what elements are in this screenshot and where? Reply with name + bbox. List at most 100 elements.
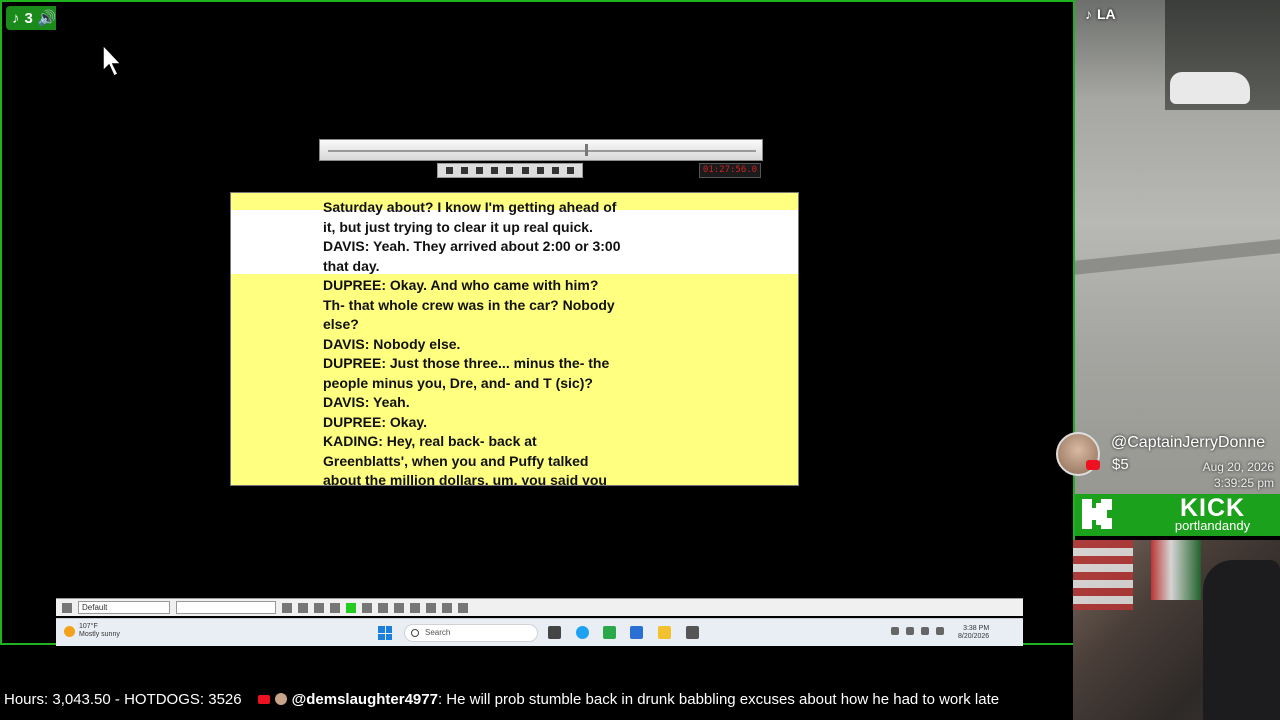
- system-tray: [891, 627, 944, 635]
- main-stream-frame: ♪ 3 🔊 01:27:56.0 Saturday about? I know …: [0, 0, 1075, 646]
- close-icon[interactable]: [458, 602, 468, 613]
- tiktok-icon: ♪: [1085, 6, 1092, 22]
- sun-icon: [64, 625, 75, 637]
- kick-logo-icon: [1082, 499, 1112, 529]
- windows-start-icon[interactable]: [378, 626, 392, 640]
- file-explorer-icon[interactable]: [658, 626, 671, 639]
- arrow-left-icon[interactable]: [282, 602, 292, 613]
- color-swatch-icon[interactable]: [346, 602, 356, 613]
- app-toolbar: Default: [56, 598, 1023, 616]
- kick-channel-name: portlandandy: [1174, 518, 1251, 533]
- search-icon: [411, 629, 419, 637]
- kick-channel-banner: KICK portlandandy: [1075, 494, 1280, 536]
- transcript-line: else?: [323, 316, 359, 332]
- volume-icon[interactable]: [921, 627, 929, 635]
- shape-icon[interactable]: [442, 602, 452, 613]
- transcript-line: it, but just trying to clear it up real …: [323, 218, 593, 235]
- transcript-line: DUPREE: Just those three... minus the- t…: [323, 355, 610, 371]
- captured-desktop: 01:27:56.0 Saturday about? I know I'm ge…: [56, 6, 1023, 646]
- transcript-line: about the million dollars, um, you said …: [323, 472, 607, 486]
- time-display: 01:27:56.0: [699, 163, 761, 178]
- tiktok-region-badge: ♪ LA: [1085, 6, 1116, 22]
- taskbar-search[interactable]: Search: [404, 624, 538, 642]
- donation-amount: $5: [1112, 456, 1129, 473]
- transcript-line: DUPREE: Okay. And who came with him?: [323, 277, 599, 293]
- app-icon[interactable]: [603, 626, 616, 639]
- seek-thumb[interactable]: [585, 144, 588, 156]
- grid-icon[interactable]: [362, 602, 372, 613]
- mouse-cursor-icon: [102, 44, 123, 78]
- donation-time: 3:39:25 pm: [1213, 476, 1274, 490]
- search-placeholder: Search: [425, 628, 451, 637]
- active-app-icon[interactable]: [686, 626, 699, 639]
- weather-temp: 107°F: [79, 623, 98, 630]
- transcript-line: DUPREE: Okay.: [323, 413, 427, 430]
- tool-icon[interactable]: [330, 602, 340, 613]
- transcript-line: Greenblatts', when you and Puffy talked: [323, 452, 589, 469]
- donor-name: @CaptainJerryDonne: [1111, 434, 1266, 451]
- stop-icon[interactable]: [476, 167, 484, 174]
- pointer-icon[interactable]: [410, 602, 420, 613]
- tiktok-viewer-count: 3: [24, 9, 33, 27]
- seek-track: [328, 150, 756, 152]
- chat-message: : He will prob stumble back in drunk bab…: [437, 690, 1000, 708]
- wifi-icon[interactable]: [906, 627, 914, 635]
- style-select[interactable]: Default: [78, 601, 170, 614]
- prev-icon[interactable]: [506, 167, 514, 174]
- font-select[interactable]: [176, 601, 276, 614]
- pause-icon[interactable]: [461, 167, 469, 174]
- tiktok-region-label: LA: [1097, 6, 1116, 22]
- speaker-icon: 🔊: [37, 10, 57, 27]
- clock-time: 3:38 PM: [963, 625, 990, 632]
- grid-icon[interactable]: [378, 602, 388, 613]
- weather-desc: Mostly sunny: [79, 631, 120, 638]
- volume-icon[interactable]: [551, 167, 559, 174]
- donation-alert: @CaptainJerryDonne $5 Aug 20, 2026 3:39:…: [1056, 432, 1280, 492]
- lines-icon[interactable]: [394, 602, 404, 613]
- edge-browser-icon[interactable]: [576, 626, 589, 639]
- transcript-line: that day.: [323, 257, 380, 274]
- chevron-up-icon[interactable]: [891, 627, 899, 635]
- windows-taskbar: 107°F Mostly sunny Search 3:38 PM 8/20/2…: [56, 618, 1023, 646]
- tiktok-icon: ♪: [12, 9, 20, 27]
- webcam-feed: [1073, 540, 1280, 720]
- mail-icon[interactable]: [630, 626, 643, 639]
- donation-timestamp: Aug 20, 2026 3:39:25 pm: [1203, 459, 1274, 491]
- transcript-panel: Saturday about? I know I'm getting ahead…: [230, 192, 799, 486]
- transcript-line: Saturday about? I know I'm getting ahead…: [323, 199, 617, 215]
- task-view-icon[interactable]: [548, 626, 561, 639]
- ticker-stats: Hours: 3,043.50 - HOTDOGS: 3526: [4, 690, 242, 708]
- donation-date: Aug 20, 2026: [1202, 460, 1274, 474]
- sidewalk-curb: [1075, 239, 1280, 275]
- taskbar-clock[interactable]: 3:38 PM 8/20/2026: [958, 625, 989, 641]
- stream-ticker: Hours: 3,043.50 - HOTDOGS: 3526 @demslau…: [0, 688, 1073, 710]
- battery-icon[interactable]: [936, 627, 944, 635]
- pen-icon[interactable]: [426, 602, 436, 613]
- toolbar-menu-icon[interactable]: [62, 602, 72, 613]
- flag-decoration: [1073, 540, 1133, 610]
- play-icon[interactable]: [446, 167, 454, 174]
- transcript-lines: Saturday about? I know I'm getting ahead…: [323, 198, 621, 486]
- transcript-line: DAVIS: Yeah.: [323, 394, 410, 410]
- transcript-line: DAVIS: Nobody else.: [323, 335, 461, 352]
- forward-icon[interactable]: [536, 167, 544, 174]
- camera-icon[interactable]: [566, 167, 574, 174]
- youtube-icon: [1086, 460, 1100, 470]
- seek-bar[interactable]: [319, 139, 763, 161]
- youtube-icon: [257, 694, 270, 704]
- chat-username: @demslaughter4977: [291, 690, 438, 708]
- player-controls: [437, 163, 583, 178]
- transcript-line: Th- that whole crew was in the car? Nobo…: [323, 296, 615, 313]
- tiktok-viewer-badge: ♪ 3 🔊: [6, 6, 63, 30]
- tool-icon[interactable]: [314, 602, 324, 613]
- irl-camera-feed: [1075, 0, 1280, 495]
- gaming-chair: [1203, 560, 1280, 720]
- transcript-line: KADING: Hey, real back- back at: [323, 433, 537, 449]
- weather-widget[interactable]: 107°F Mostly sunny: [64, 623, 120, 639]
- transcript-line: people minus you, Dre, and- and T (sic)?: [323, 374, 593, 391]
- parked-car: [1170, 72, 1250, 104]
- arrow-right-icon[interactable]: [298, 602, 308, 613]
- next-icon[interactable]: [521, 167, 529, 174]
- transcript-line: DAVIS: Yeah. They arrived about 2:00 or …: [323, 238, 621, 254]
- rewind-icon[interactable]: [491, 167, 499, 174]
